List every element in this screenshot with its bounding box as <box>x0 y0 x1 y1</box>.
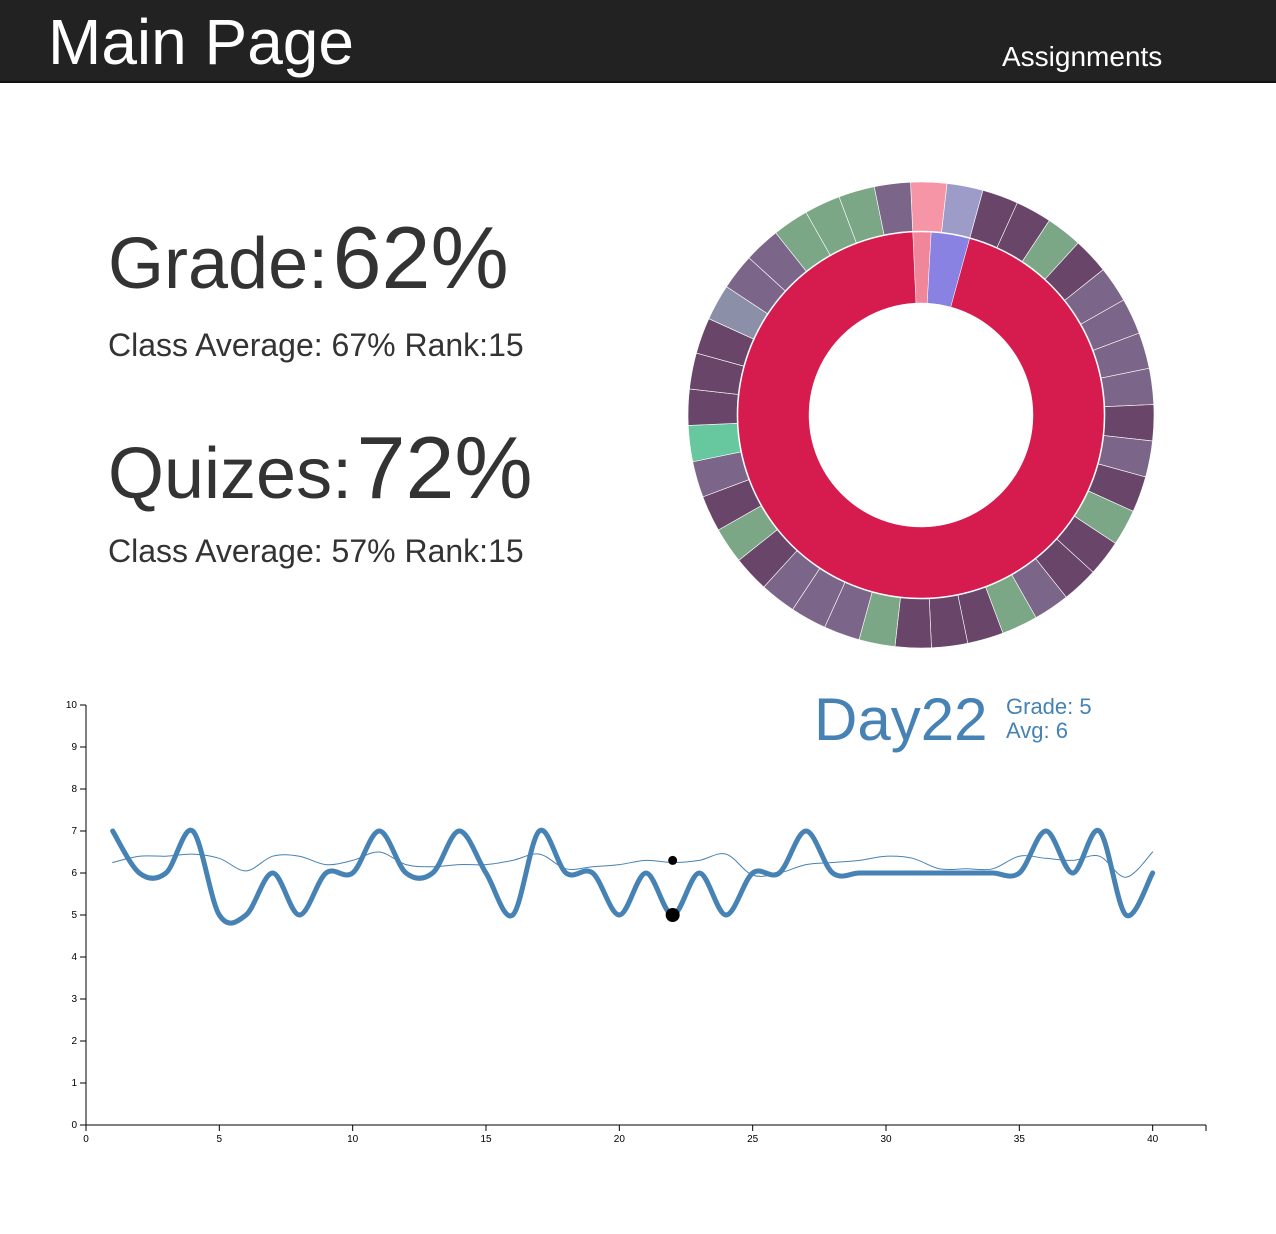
day-tooltip-title: Day22 <box>814 690 987 753</box>
day-tooltip-avg: Avg: 6 <box>1006 718 1068 743</box>
page-title: Main Page <box>48 6 354 78</box>
sunburst-chart[interactable] <box>676 170 1166 660</box>
quiz-class-average: Class Average: 57% Rank:15 <box>108 533 524 569</box>
day-tooltip-grade: Grade: 5 <box>1006 694 1092 719</box>
x-tick-label: 40 <box>1147 1134 1159 1145</box>
grade-class-average: Class Average: 67% Rank:15 <box>108 327 524 363</box>
grade-stat: Grade: 62% <box>108 200 509 342</box>
average-highlight-point[interactable] <box>668 855 678 865</box>
y-tick-label: 3 <box>71 994 77 1005</box>
top-navbar: Main Page Assignments <box>0 0 1276 83</box>
y-tick-label: 8 <box>71 784 77 795</box>
quiz-value: 72% <box>356 418 533 517</box>
sunburst-outer-segment[interactable] <box>1103 404 1155 442</box>
x-tick-label: 35 <box>1014 1134 1026 1145</box>
y-tick-label: 1 <box>71 1078 77 1089</box>
x-tick-label: 15 <box>480 1134 492 1145</box>
x-tick-label: 30 <box>880 1134 892 1145</box>
x-tick-label: 0 <box>83 1134 89 1145</box>
y-tick-label: 0 <box>71 1120 77 1131</box>
x-tick-label: 20 <box>614 1134 626 1145</box>
y-tick-label: 4 <box>71 952 77 963</box>
assignments-link[interactable]: Assignments <box>1002 40 1162 74</box>
sunburst-outer-segment[interactable] <box>687 388 739 426</box>
quiz-stat: Quizes: 72% <box>108 410 533 552</box>
y-tick-label: 6 <box>71 868 77 879</box>
y-tick-label: 10 <box>66 700 78 711</box>
y-tick-label: 5 <box>71 910 77 921</box>
y-tick-label: 9 <box>71 742 77 753</box>
daily-grade-line-chart[interactable]: 0 1 2 3 4 5 6 7 8 9 10 0 5 10 15 20 25 30 35 40 Day22 Grade: … <box>56 690 1226 1160</box>
x-tick-label: 25 <box>747 1134 759 1145</box>
quiz-label: Quizes: <box>108 434 353 514</box>
sunburst-outer-segment[interactable] <box>894 597 932 649</box>
sunburst-outer-segment[interactable] <box>910 181 948 233</box>
x-tick-label: 10 <box>347 1134 359 1145</box>
grade-highlight-point[interactable] <box>665 908 680 922</box>
x-tick-label: 5 <box>217 1134 223 1145</box>
grade-series-line[interactable] <box>110 827 1156 926</box>
y-tick-label: 7 <box>71 826 77 837</box>
grade-label: Grade: <box>108 224 329 304</box>
y-tick-label: 2 <box>71 1036 77 1047</box>
grade-value: 62% <box>332 208 509 307</box>
